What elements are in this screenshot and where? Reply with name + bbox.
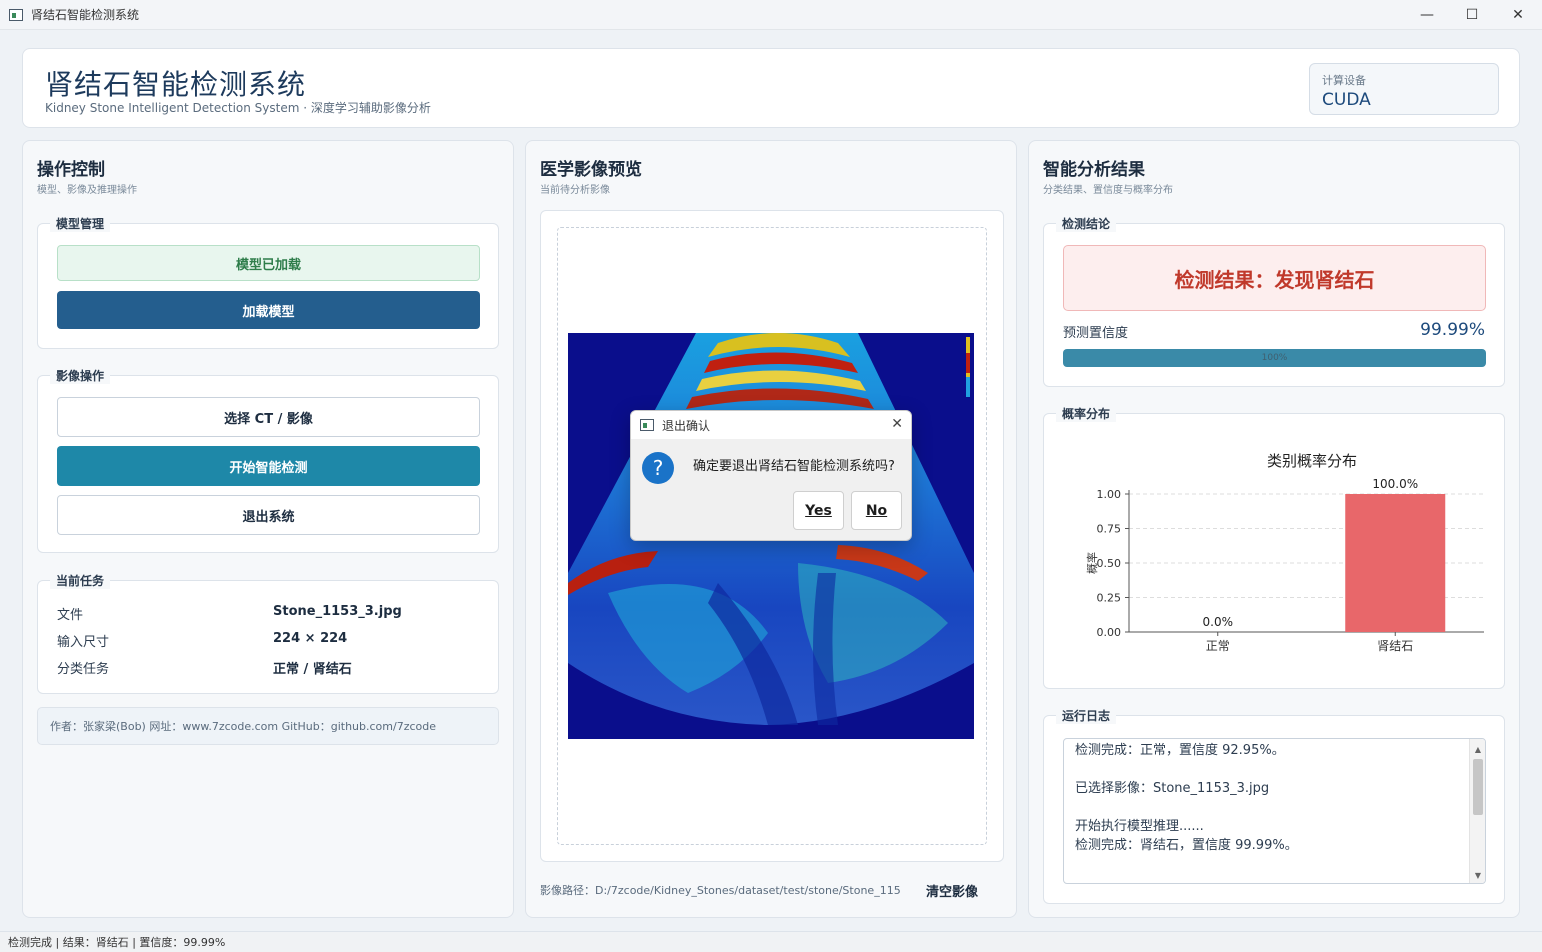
minimize-button[interactable]: — — [1404, 0, 1450, 30]
load-model-button[interactable]: 加载模型 — [57, 291, 480, 329]
task-label-file: 文件 — [57, 608, 84, 623]
task-value-size: 224 × 224 — [273, 631, 348, 646]
status-bar: 检测完成 | 结果：肾结石 | 置信度：99.99% — [0, 931, 1542, 952]
probability-chart: 类别概率分布 0.00 0.25 0.50 0.75 1.00 概率 0.0% 正常 100.0%… — [1085, 452, 1484, 653]
log-line: 检测完成：肾结石，置信度 99.99%。 — [1075, 838, 1298, 853]
dialog-titlebar: 退出确认 ✕ — [631, 411, 911, 439]
panel-subtitle: 分类结果、置信度与概率分布 — [1043, 185, 1173, 196]
bar-value-label: 0.0% — [1203, 615, 1234, 629]
panel-title: 智能分析结果 — [1043, 160, 1145, 180]
result-group: 检测结论 检测结果：发现肾结石 预测置信度 99.99% 100% — [1043, 215, 1505, 387]
task-group: 当前任务 文件 Stone_1153_3.jpg 输入尺寸 224 × 224 … — [37, 572, 499, 694]
y-tick-label: 0.75 — [1097, 523, 1122, 536]
group-label: 运行日志 — [1056, 707, 1117, 724]
scroll-down-icon[interactable]: ▼ — [1470, 868, 1485, 882]
model-loaded-badge: 模型已加载 — [57, 245, 480, 281]
group-label: 概率分布 — [1056, 405, 1117, 422]
y-tick-label: 0.50 — [1097, 557, 1122, 570]
task-value-task: 正常 / 肾结石 — [273, 662, 352, 677]
device-value: CUDA — [1322, 90, 1371, 110]
y-tick-label: 0.00 — [1097, 626, 1122, 639]
image-group: 影像操作 选择 CT / 影像 开始智能检测 退出系统 — [37, 367, 499, 553]
x-tick-label: 正常 — [1206, 639, 1230, 653]
no-button[interactable]: No — [851, 491, 902, 530]
group-label: 影像操作 — [50, 367, 111, 384]
y-tick-label: 0.25 — [1097, 592, 1122, 605]
bar-1 — [1345, 494, 1446, 632]
confidence-value: 99.99% — [1420, 320, 1485, 340]
yes-button[interactable]: Yes — [793, 491, 844, 530]
log-group: 运行日志 检测完成：正常，置信度 92.95%。 已选择影像：Stone_115… — [1043, 707, 1505, 904]
dialog-title: 退出确认 — [662, 418, 711, 433]
app-header: 肾结石智能检测系统 Kidney Stone Intelligent Detec… — [22, 48, 1520, 128]
group-label: 检测结论 — [1056, 215, 1117, 232]
results-panel: 智能分析结果 分类结果、置信度与概率分布 检测结论 检测结果：发现肾结石 预测置… — [1028, 140, 1520, 918]
model-group: 模型管理 模型已加载 加载模型 — [37, 215, 499, 349]
window-title: 肾结石智能检测系统 — [31, 8, 140, 22]
device-label: 计算设备 — [1322, 74, 1366, 87]
panel-title: 医学影像预览 — [540, 160, 642, 180]
group-label: 模型管理 — [50, 215, 111, 232]
log-line: 开始执行模型推理...... — [1075, 819, 1204, 834]
chart-title: 类别概率分布 — [1267, 452, 1357, 470]
dialog-message: 确定要退出肾结石智能检测系统吗? — [693, 459, 895, 474]
task-label-size: 输入尺寸 — [57, 635, 110, 650]
app-subtitle: Kidney Stone Intelligent Detection Syste… — [45, 101, 431, 115]
app-icon — [9, 8, 23, 21]
log-scrollbar[interactable]: ▲ ▼ — [1469, 739, 1485, 883]
dialog-close-icon[interactable]: ✕ — [891, 416, 903, 432]
close-button[interactable]: ✕ — [1495, 0, 1541, 30]
bar-value-label: 100.0% — [1372, 477, 1418, 491]
panel-title: 操作控制 — [37, 160, 105, 180]
clear-image-button[interactable]: 清空影像 — [926, 881, 978, 900]
exit-confirm-dialog: 退出确认 ✕ ? 确定要退出肾结石智能检测系统吗? Yes No — [630, 410, 912, 541]
image-path-label: 影像路径：D:/7zcode/Kidney_Stones/dataset/tes… — [540, 884, 900, 897]
author-note: 作者：张家梁(Bob) 网址：www.7zcode.com GitHub：git… — [37, 707, 499, 745]
y-tick-label: 1.00 — [1097, 488, 1122, 501]
task-value-file: Stone_1153_3.jpg — [273, 604, 402, 619]
x-tick-label: 肾结石 — [1377, 639, 1413, 653]
question-icon: ? — [642, 452, 674, 484]
app-icon — [640, 419, 654, 431]
exit-system-button[interactable]: 退出系统 — [57, 495, 480, 535]
prob-group: 概率分布 类别概率分布 0.00 0.25 0.50 0.75 1.00 概率 0.0% 正常 1… — [1043, 405, 1505, 689]
scroll-thumb[interactable] — [1473, 759, 1483, 815]
panel-subtitle: 模型、影像及推理操作 — [37, 185, 137, 196]
progress-text: 100% — [1261, 353, 1288, 363]
confidence-progress: 100% — [1063, 349, 1486, 367]
scroll-up-icon[interactable]: ▲ — [1470, 742, 1485, 756]
window-titlebar: 肾结石智能检测系统 — ☐ ✕ — [0, 0, 1542, 30]
result-banner: 检测结果：发现肾结石 — [1063, 245, 1486, 311]
log-textbox[interactable]: 检测完成：正常，置信度 92.95%。 已选择影像：Stone_1153_3.j… — [1063, 738, 1486, 884]
maximize-button[interactable]: ☐ — [1449, 0, 1495, 30]
device-box: 计算设备 CUDA — [1309, 63, 1499, 115]
y-axis-label: 概率 — [1085, 552, 1099, 574]
log-line: 已选择影像：Stone_1153_3.jpg — [1075, 781, 1270, 796]
group-label: 当前任务 — [50, 572, 111, 589]
select-image-button[interactable]: 选择 CT / 影像 — [57, 397, 480, 437]
task-label-task: 分类任务 — [57, 662, 110, 677]
start-detect-button[interactable]: 开始智能检测 — [57, 446, 480, 486]
log-line: 检测完成：正常，置信度 92.95%。 — [1075, 743, 1285, 758]
control-panel: 操作控制 模型、影像及推理操作 模型管理 模型已加载 加载模型 影像操作 选择 … — [22, 140, 514, 918]
confidence-label: 预测置信度 — [1063, 326, 1129, 341]
app-title: 肾结石智能检测系统 — [45, 68, 307, 101]
panel-subtitle: 当前待分析影像 — [540, 185, 610, 196]
